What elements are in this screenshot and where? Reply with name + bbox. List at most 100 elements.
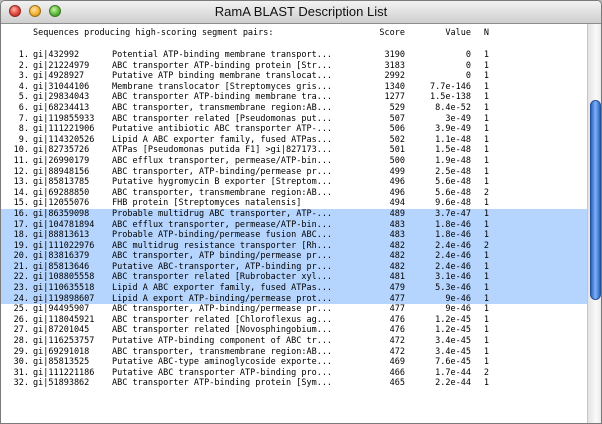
hit-row[interactable]: 6. gi|68234413 ABC transporter, transmembr… — [1, 103, 587, 114]
hit-number: 3. — [18, 71, 29, 82]
vertical-scrollbar[interactable] — [587, 24, 601, 423]
hit-evalue: 1.9e-48 — [435, 155, 471, 166]
hit-n: 1 — [483, 145, 489, 156]
hit-n: 1 — [483, 124, 489, 135]
hit-gi-id: gi|69288850 — [33, 187, 90, 198]
hit-score: 507 — [389, 113, 405, 124]
hit-gi-id: gi|118045921 — [33, 314, 95, 325]
hit-number: 17. — [13, 219, 29, 230]
hit-row[interactable]: 7. gi|119855933 ABC transporter related [P… — [1, 114, 587, 125]
hit-row[interactable]: 15. gi|12055076 FHB protein [Streptomyces … — [1, 198, 587, 209]
hit-evalue: 3.4e-45 — [435, 336, 471, 347]
hit-row[interactable]: 10. gi|82735726 ATPas [Pseudomonas putida … — [1, 145, 587, 156]
hit-gi-id: gi|69291018 — [33, 346, 90, 357]
hit-number: 23. — [13, 283, 29, 294]
hit-gi-id: gi|85813525 — [33, 357, 90, 368]
hit-evalue: 1.7e-44 — [435, 367, 471, 378]
hit-evalue: 1.2e-45 — [435, 314, 471, 325]
hit-score: 494 — [389, 198, 405, 209]
hit-evalue: 7.7e-146 — [430, 81, 471, 92]
hit-evalue: 2.4e-46 — [435, 251, 471, 262]
hit-row[interactable]: 26. gi|118045921 ABC transporter related [… — [1, 315, 587, 326]
hit-n: 1 — [483, 60, 489, 71]
hit-n: 1 — [483, 155, 489, 166]
hit-row[interactable]: 5. gi|29834043 ABC transporter ATP-binding… — [1, 92, 587, 103]
hit-row[interactable]: 9. gi|114320526 Lipid A ABC exporter famil… — [1, 135, 587, 146]
title-bar[interactable]: RamA BLAST Description List — [1, 1, 601, 24]
hit-n: 1 — [483, 378, 489, 389]
hit-gi-id: gi|86359098 — [33, 208, 90, 219]
hit-n: 1 — [483, 325, 489, 336]
hit-n: 1 — [483, 113, 489, 124]
hit-row[interactable]: 11. gi|26990179 ABC efflux transporter, pe… — [1, 156, 587, 167]
value-column-header: Value — [445, 28, 471, 38]
hit-score: 482 — [389, 251, 405, 262]
hit-evalue: 5.3e-46 — [435, 283, 471, 294]
hit-score: 472 — [389, 346, 405, 357]
hit-row[interactable]: 30. gi|85813525 Putative ABC-type aminogly… — [1, 357, 587, 368]
hit-row[interactable]: 24. gi|119898607 Lipid A export ATP-bindin… — [1, 293, 587, 305]
hit-number: 1. — [18, 50, 29, 60]
column-header-line: Sequences producing high-scoring segment… — [1, 28, 587, 39]
hit-gi-id: gi|51893862 — [33, 378, 90, 389]
hit-description: ABC transporter, ATP binding/permease pr… — [112, 251, 333, 262]
hit-score: 465 — [389, 378, 405, 389]
hit-row[interactable]: 31. gi|111221186 Putative ABC transporter … — [1, 368, 587, 379]
n-column-header: N — [483, 28, 489, 38]
hit-score: 1340 — [384, 81, 405, 92]
hit-n: 1 — [483, 314, 489, 325]
hit-gi-id: gi|68234413 — [33, 102, 90, 113]
hit-evalue: 3.4e-45 — [435, 346, 471, 357]
hit-description: Lipid A ABC exporter family, fused ATPas… — [112, 283, 333, 294]
hit-row[interactable]: 12. gi|88948156 ABC transporter, ATP-bindi… — [1, 167, 587, 178]
hit-row[interactable]: 2. gi|21224979 ABC transporter ATP-binding… — [1, 61, 587, 72]
hit-row[interactable]: 29. gi|69291018 ABC transporter, transmemb… — [1, 347, 587, 358]
hit-gi-id: gi|94495907 — [33, 304, 90, 315]
hit-n: 1 — [483, 219, 489, 230]
hit-evalue: 7.6e-45 — [435, 357, 471, 368]
hit-row[interactable]: 19. gi|111022976 ABC multidrug resistance … — [1, 240, 587, 252]
hit-row[interactable]: 4. gi|31044106 Membrane translocator [Stre… — [1, 82, 587, 93]
hit-row[interactable]: 20. gi|83816379 ABC transporter, ATP bindi… — [1, 251, 587, 262]
hit-evalue: 1.8e-46 — [435, 219, 471, 230]
hit-row[interactable]: 22. gi|108805558 ABC transporter related [… — [1, 272, 587, 284]
hit-number: 9. — [18, 134, 29, 145]
hit-row[interactable]: 27. gi|87201045 ABC transporter related [N… — [1, 325, 587, 336]
hit-row[interactable]: 18. gi|88813613 Probable ATP-binding/perme… — [1, 230, 587, 241]
description-list-area[interactable]: Sequences producing high-scoring segment… — [1, 24, 587, 423]
hit-description: Probable multidrug ABC transporter, ATP-… — [112, 208, 333, 219]
hit-evalue: 1.1e-48 — [435, 134, 471, 145]
hit-row[interactable]: 16. gi|86359098 Probable multidrug ABC tra… — [1, 208, 587, 220]
hit-row[interactable]: 13. gi|85813785 Putative hygromycin B expo… — [1, 177, 587, 188]
hit-row[interactable]: 25. gi|94495907 ABC transporter, ATP-bindi… — [1, 304, 587, 315]
hit-number: 31. — [13, 367, 29, 378]
scrollbar-thumb[interactable] — [590, 100, 601, 300]
hit-n: 1 — [483, 208, 489, 219]
hit-score: 482 — [389, 261, 405, 272]
hit-row[interactable]: 1. gi|432992 Potential ATP-binding membran… — [1, 50, 587, 61]
hit-row[interactable]: 8. gi|111221906 Putative antibiotic ABC tr… — [1, 124, 587, 135]
hit-number: 12. — [13, 166, 29, 177]
hit-score: 3190 — [384, 50, 405, 60]
hit-evalue: 2.2e-44 — [435, 378, 471, 389]
hit-row[interactable]: 28. gi|116253757 Putative ATP-binding comp… — [1, 336, 587, 347]
hit-n: 1 — [483, 92, 489, 103]
hit-row[interactable]: 3. gi|4928927 Putative ATP binding membran… — [1, 71, 587, 82]
hit-n: 2 — [483, 240, 489, 251]
hit-gi-id: gi|88948156 — [33, 166, 90, 177]
hit-row[interactable]: 23. gi|110635518 Lipid A ABC exporter fami… — [1, 283, 587, 294]
hit-row[interactable]: 21. gi|85813646 Putative ABC-transporter, … — [1, 261, 587, 273]
hit-description: Putative hygromycin B exporter [Streptom… — [112, 177, 333, 188]
hit-gi-id: gi|29834043 — [33, 92, 90, 103]
hit-score: 466 — [389, 367, 405, 378]
hit-row[interactable]: 17. gi|104781894 ABC efflux transporter, p… — [1, 219, 587, 231]
hit-description: ABC transporter related [Novosphingobium… — [112, 325, 333, 336]
hit-number: 10. — [13, 145, 29, 156]
hit-n: 1 — [483, 230, 489, 241]
hit-row[interactable]: 14. gi|69288850 ABC transporter, transmemb… — [1, 188, 587, 199]
sequences-header-label: Sequences producing high-scoring segment… — [33, 28, 274, 38]
hit-row[interactable]: 32. gi|51893862 ABC transporter ATP-bindin… — [1, 378, 587, 389]
hit-evalue: 0 — [465, 60, 471, 71]
hit-n: 1 — [483, 177, 489, 188]
hit-description: Putative ABC-transporter, ATP-binding pr… — [112, 261, 333, 272]
